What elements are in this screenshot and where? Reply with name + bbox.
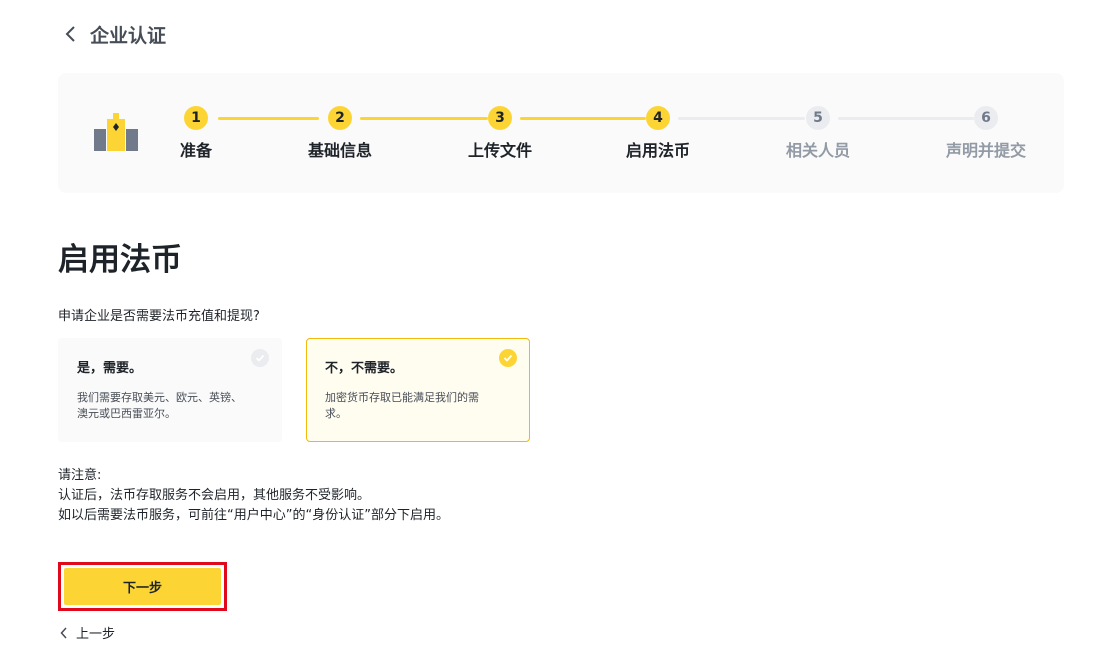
- step-3-label: 上传文件: [467, 141, 533, 160]
- section-title: 启用法币: [58, 242, 182, 278]
- option-yes-desc-line2: 澳元或巴西雷亚尔。: [77, 407, 176, 420]
- step-1-label: 准备: [179, 141, 213, 160]
- step-2-circle: 2: [328, 106, 352, 130]
- option-no-title: 不，不需要。: [325, 361, 404, 376]
- chevron-left-icon: [60, 626, 68, 639]
- step-4-circle: 4: [646, 106, 670, 130]
- option-no-desc-line2: 求。: [325, 407, 347, 420]
- step-connector: [838, 117, 974, 120]
- step-connector: [520, 117, 646, 120]
- prev-step-label: 上一步: [76, 627, 116, 642]
- option-yes-card[interactable]: 是，需要。 我们需要存取美元、欧元、英镑、 澳元或巴西雷亚尔。: [58, 338, 282, 442]
- next-button-highlight: 下一步: [58, 562, 227, 611]
- page-header: 企业认证: [60, 20, 166, 48]
- step-2-label: 基础信息: [307, 141, 373, 160]
- step-6-label: 声明并提交: [945, 141, 1027, 160]
- check-circle-icon: [499, 349, 517, 367]
- stepper-card: 1 2 3 4 5 6 准备 基础信息 上传文件 启用法币 相关人员 声明并提交: [58, 73, 1064, 193]
- step-5-circle: 5: [806, 106, 830, 130]
- step-connector: [360, 117, 488, 120]
- step-5-label: 相关人员: [785, 141, 851, 160]
- option-yes-title: 是，需要。: [77, 361, 143, 376]
- building-icon: [94, 113, 138, 153]
- fiat-question: 申请企业是否需要法币充值和提现?: [58, 309, 260, 324]
- step-3-circle: 3: [488, 106, 512, 130]
- page-title: 企业认证: [90, 24, 167, 47]
- option-no-card[interactable]: 不，不需要。 加密货币存取已能满足我们的需 求。: [306, 338, 530, 442]
- next-step-button[interactable]: 下一步: [64, 568, 221, 605]
- step-connector: [218, 117, 319, 120]
- check-circle-icon: [251, 349, 269, 367]
- step-6-circle: 6: [974, 106, 998, 130]
- prev-step-link[interactable]: 上一步: [60, 623, 115, 642]
- step-4-label: 启用法币: [625, 141, 691, 160]
- option-yes-desc-line1: 我们需要存取美元、欧元、英镑、: [77, 391, 242, 404]
- back-chevron-icon[interactable]: [60, 23, 82, 45]
- notice-line: 认证后，法币存取服务不会启用，其他服务不受影响。: [58, 488, 371, 503]
- notice-line: 如以后需要法币服务，可前往“用户中心”的“身份认证”部分下启用。: [58, 508, 449, 523]
- notice-text: 请注意: 认证后，法币存取服务不会启用，其他服务不受影响。 如以后需要法币服务，…: [58, 466, 449, 526]
- step-1-circle: 1: [184, 106, 208, 130]
- step-connector: [678, 117, 805, 120]
- option-no-desc-line1: 加密货币存取已能满足我们的需: [325, 391, 479, 404]
- notice-heading: 请注意:: [58, 468, 102, 483]
